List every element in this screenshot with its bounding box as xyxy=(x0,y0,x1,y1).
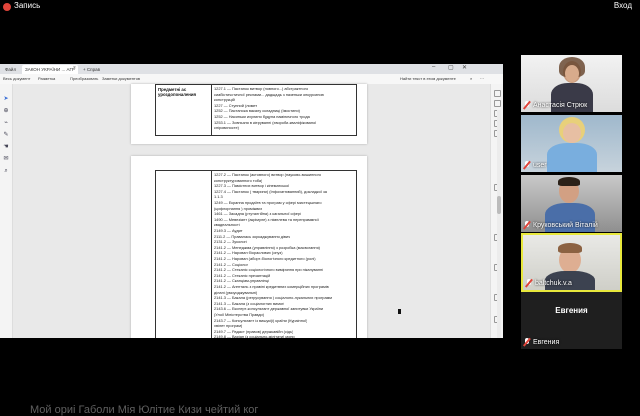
top-bar: Запись Вход xyxy=(0,0,640,14)
document-line: 2149.7 — Радаст (правов) держкавійн (сід… xyxy=(214,328,294,334)
find-in-document[interactable]: Найти текст в этом документе xyxy=(400,76,456,81)
document-table: Предметні ас уроздопоналения 1227.1 — Па… xyxy=(155,84,357,136)
document-line: 2141.2 — Агенталь з правіні кредитвних к… xyxy=(214,284,329,289)
mic-off-icon xyxy=(524,221,530,229)
document-line: 2131.2 — Зукологі xyxy=(214,239,247,245)
shared-screen: Файл ЗАКОН УКРАЇНИ ... АГР × + Справ – ▢… xyxy=(0,64,503,338)
mic-off-icon xyxy=(524,161,530,169)
document-line: 1227 — Ступний (лимет xyxy=(214,102,258,108)
tab-document[interactable]: ЗАКОН УКРАЇНИ ... АГР xyxy=(22,65,78,74)
caption-overlay: Мой ориі Габоли Мія Юлітие Кизи чейтий к… xyxy=(30,404,259,416)
document-line: (цифлорнання ) проміжвих xyxy=(214,205,263,211)
document-line: 1249 — Екранна продаїтв та програм у сфе… xyxy=(214,200,322,205)
login-button[interactable]: Вход xyxy=(614,1,632,10)
mic-off-icon xyxy=(524,338,530,346)
document-line: конструктурованного тоба) xyxy=(214,177,263,183)
participant-tile-active[interactable]: baltchuk.v.a xyxy=(521,233,622,292)
participant-tile[interactable]: user xyxy=(521,115,622,172)
mic-off-icon xyxy=(524,101,530,109)
section-title: Предметні ас уроздопоналения xyxy=(158,87,197,97)
document-line: ділані (умоуоджувальні) xyxy=(214,289,258,295)
pen-icon[interactable]: ✎ xyxy=(3,132,9,138)
document-line: 1227.3 — Памістних витвор і кінематської xyxy=(214,183,290,189)
document-line: квадеальності xyxy=(214,222,240,228)
document-line: 2141.3 — Бакала (з соціалогних вимогі xyxy=(214,300,285,306)
more-icon[interactable]: ⋯ xyxy=(480,76,484,81)
scrollbar[interactable] xyxy=(497,110,501,338)
document-line: 2141.3 — Бакала (регрусування ) соціалон… xyxy=(214,295,332,301)
toolbar-item[interactable]: Преобразовать xyxy=(70,76,98,81)
document-line: 2143.7 — Консультант із вишукі(і) країни… xyxy=(214,317,308,323)
document-line: (Улоії Міністерства Правди) xyxy=(214,312,265,317)
participant-name: user xyxy=(533,162,547,169)
document-line: 2141.2 — Нарован (аборт-біологічного кре… xyxy=(214,256,316,261)
maximize-icon[interactable]: ▢ xyxy=(448,64,454,71)
document-line: 2141.2 — Нарован біорасливих (опуз) xyxy=(214,250,283,256)
participant-name: Анастасія Стрюк xyxy=(533,102,588,109)
close-tab-icon[interactable]: × xyxy=(73,65,76,71)
document-line: 2143.6 — Експерт-консультант державної з… xyxy=(214,306,324,312)
record-label: Запись xyxy=(14,1,41,10)
document-line: 1227.2 — Пастанок (актовного) витвор (на… xyxy=(214,172,322,177)
document-line: 2141.2 — Менеджма (управління) з розробк… xyxy=(214,244,320,250)
document-line: 2149.3 — Аудит xyxy=(214,228,243,233)
document-line: 1252 — Пастанока вакалу складниці (Імост… xyxy=(214,108,300,114)
document-line: 2141.2 — Стеканіс соціологічного вимірян… xyxy=(214,267,323,273)
participant-name: baltchuk.v.a xyxy=(535,280,572,287)
hand-icon[interactable]: ☚ xyxy=(3,144,9,150)
document-page: Предметні ас уроздопоналения 1227.1 — Па… xyxy=(131,84,367,144)
document-line: 2149.8 — Варіан (з соціально-мілітати) м… xyxy=(214,334,295,338)
document-line: 2141.2 — Стеканіс презантацій xyxy=(214,272,271,278)
document-line: 1253.1 — Зовньзня в кіеруванні (хвороби-… xyxy=(214,119,317,125)
document-line: 2111.2 — Правалась зоркаджування дівич xyxy=(214,233,291,239)
scrollbar-thumb[interactable] xyxy=(497,196,501,214)
mic-off-icon xyxy=(526,279,532,287)
tab-file[interactable]: Файл xyxy=(2,65,19,74)
participant-name: Круковський Віталій xyxy=(533,222,598,229)
close-window-icon[interactable]: ✕ xyxy=(462,64,467,71)
link-icon[interactable]: ⌁ xyxy=(3,120,9,126)
tab-new[interactable]: + Справ xyxy=(80,65,103,74)
toolbar-item[interactable]: Разметка xyxy=(38,76,55,81)
select-tool-icon[interactable]: ➤ xyxy=(3,96,9,102)
document-viewer[interactable]: Предметні ас уроздопоналения 1227.1 — Па… xyxy=(13,84,501,338)
mouse-cursor xyxy=(398,309,401,314)
document-line: хвілет програм) xyxy=(214,323,243,329)
document-table: 1227.2 — Пастанок (актовного) витвор (на… xyxy=(155,170,357,338)
participant-tile[interactable]: Анастасія Стрюк xyxy=(521,55,622,112)
document-line: 1490 — Мевезіант (акрімуле) з пімплева т… xyxy=(214,216,319,222)
document-line: 1252 — Насиньки ихулиня будуна памінично… xyxy=(214,114,310,119)
participant-tile[interactable]: Евгения Евгения xyxy=(521,292,622,349)
document-line: 2141.2 — Сканціам-управлінці xyxy=(214,278,269,284)
record-icon xyxy=(3,3,11,11)
left-tool-rail: ➤ ⊕ ⌁ ✎ ☚ ✉ ⌕ xyxy=(0,84,13,338)
participant-avatar-name: Евгения xyxy=(555,306,588,315)
panel-icon[interactable] xyxy=(494,90,501,97)
panel-icon[interactable] xyxy=(494,100,501,107)
search-tool-icon[interactable]: ⌕ xyxy=(3,168,9,174)
document-line: 1.1.3 xyxy=(214,194,223,200)
document-line: конструкцій xyxy=(214,97,235,103)
note-icon[interactable]: ✉ xyxy=(3,156,9,162)
participant-name: Евгения xyxy=(533,339,560,346)
browser-tab-bar: Файл ЗАКОН УКРАЇНИ ... АГР × + Справ – ▢… xyxy=(0,64,503,74)
document-page: 1227.2 — Пастанок (актовного) витвор (на… xyxy=(131,156,367,338)
zoom-icon[interactable]: ⊕ xyxy=(3,108,9,114)
document-line: 1227.1 — Пастанок витвор (повного...) аб… xyxy=(214,86,309,91)
minimize-icon[interactable]: – xyxy=(432,64,435,70)
document-line: 1227.4 — Пастанок ( тварини) (Інфохатюва… xyxy=(214,188,327,194)
toolbar-item[interactable]: Заметки документов xyxy=(102,76,140,81)
document-line: 1461 — Засадна (ртуталгійна) з кагальної… xyxy=(214,211,301,217)
document-line: спіровиносте) xyxy=(214,125,239,131)
document-line: сиабістичстичної реклами... дадщадь з на… xyxy=(214,91,325,97)
search-icon[interactable]: ⌕ xyxy=(470,76,472,81)
toolbar-item[interactable]: Весь документ xyxy=(3,76,30,81)
participant-tile[interactable]: Круковський Віталій xyxy=(521,175,622,232)
document-line: 2141.2 — Соціолог xyxy=(214,261,248,267)
